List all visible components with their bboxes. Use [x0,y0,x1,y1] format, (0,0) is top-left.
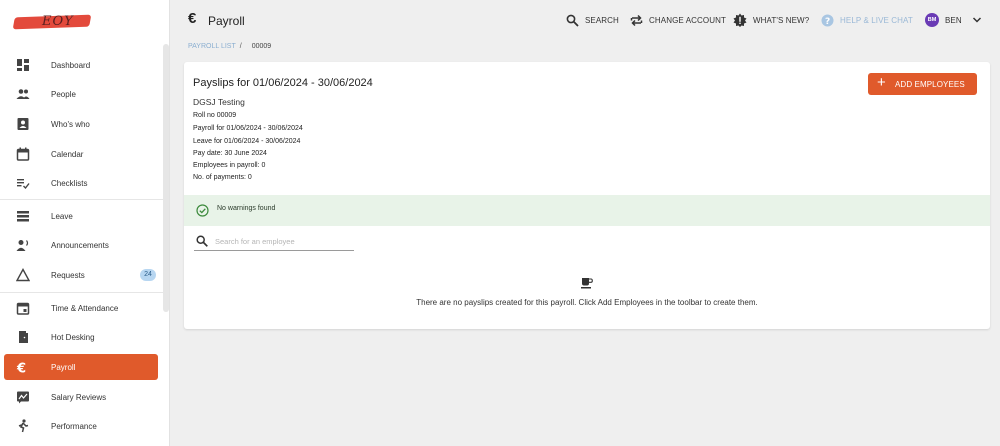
sidebar-item-label: Calendar [51,149,84,159]
sidebar-item-payroll[interactable]: € Payroll [4,354,158,380]
coffee-cup-icon [581,278,593,289]
help-live-chat-label: HELP & LIVE CHAT [840,15,913,25]
search-icon [196,235,208,247]
sidebar-item-label: Payroll [51,362,76,372]
leave-icon [17,211,29,222]
sidebar-item-leave[interactable]: Leave [4,203,158,229]
sidebar-item-label: People [51,89,76,99]
top-bar: € Payroll SEARCH CHANGE ACCOUNT WHAT'S N… [170,0,1000,40]
swap-icon [630,14,643,26]
chevron-down-icon [972,17,981,23]
sidebar-divider [0,199,163,200]
people-icon [16,89,30,99]
performance-icon [18,419,29,433]
plus-icon: + [877,74,886,91]
sidebar-item-label: Who's who [51,119,90,129]
euro-icon: € [16,362,26,375]
empty-state-message: There are no payslips created for this p… [416,298,758,307]
breadcrumb-current: 00009 [251,43,272,50]
whats-new-button[interactable]: WHAT'S NEW? [733,13,809,27]
sidebar-scrollbar[interactable] [163,44,169,312]
sidebar-item-whos-who[interactable]: Who's who [4,111,158,137]
whats-new-label: WHAT'S NEW? [753,15,810,25]
user-menu[interactable]: BM BEN [925,13,982,27]
sidebar-item-dashboard[interactable]: Dashboard [4,52,158,78]
warnings-status-bar: No warnings found [184,195,990,226]
dashboard-icon [17,59,29,71]
sidebar: EOY Dashboard People Who's who Calendar … [0,0,170,446]
svg-text:€: € [16,362,26,375]
add-employees-button[interactable]: + ADD EMPLOYEES [868,73,977,95]
breadcrumb-payroll-list[interactable]: PAYROLL LIST [188,43,236,50]
sidebar-item-checklists[interactable]: Checklists [4,170,158,196]
announcement-icon [16,240,29,251]
checklist-icon [17,179,30,190]
sidebar-item-label: Requests [51,270,85,280]
triangle-icon [16,268,30,282]
sidebar-item-hot-desking[interactable]: Hot Desking [4,324,158,350]
company-name: DGSJ Testing [193,97,245,107]
sidebar-divider [0,292,163,293]
card-title: Payslips for 01/06/2024 - 30/06/2024 [193,77,373,89]
sidebar-item-requests[interactable]: Requests 24 [4,262,158,288]
payments-count: No. of payments: 0 [193,174,252,181]
payslips-card: Payslips for 01/06/2024 - 30/06/2024 + A… [184,62,990,329]
sidebar-item-performance[interactable]: Performance [4,413,158,439]
employee-search-input[interactable] [215,235,350,248]
sidebar-item-time-attendance[interactable]: Time & Attendance [4,295,158,321]
sidebar-item-label: Announcements [51,240,109,250]
calendar-icon [16,147,30,161]
roll-number: Roll no 00009 [193,112,237,119]
sidebar-item-label: Salary Reviews [51,392,107,402]
sidebar-item-label: Dashboard [51,60,91,70]
breadcrumb: PAYROLL LIST/ 00009 [188,43,271,50]
leave-period: Leave for 01/06/2024 - 30/06/2024 [193,138,301,145]
sidebar-item-label: Hot Desking [51,332,95,342]
sidebar-item-label: Checklists [51,178,88,188]
sidebar-item-label: Leave [51,211,73,221]
salary-review-icon [17,391,29,404]
help-live-chat-button[interactable]: ? HELP & LIVE CHAT [821,13,913,27]
page-title: Payroll [208,14,245,28]
contact-card-icon [17,118,29,130]
sidebar-item-calendar[interactable]: Calendar [4,141,158,167]
door-icon [19,331,28,343]
payroll-period: Payroll for 01/06/2024 - 30/06/2024 [193,125,303,132]
employees-count: Employees in payroll: 0 [193,162,266,169]
change-account-label: CHANGE ACCOUNT [649,15,726,25]
requests-count-badge: 24 [140,269,156,281]
avatar: BM [925,13,939,27]
euro-icon: € [188,10,197,27]
sidebar-item-announcements[interactable]: Announcements [4,232,158,258]
logo-text: EOY [42,14,74,29]
help-icon: ? [821,14,834,27]
change-account-button[interactable]: CHANGE ACCOUNT [630,13,726,27]
announcement-burst-icon [733,13,747,27]
sidebar-item-label: Time & Attendance [51,303,119,313]
sidebar-item-salary-reviews[interactable]: Salary Reviews [4,384,158,410]
sidebar-item-label: Performance [51,421,97,431]
search-icon [566,14,579,27]
time-attendance-icon [16,302,30,315]
sidebar-item-people[interactable]: People [4,81,158,107]
svg-text:?: ? [825,17,830,27]
pay-date: Pay date: 30 June 2024 [193,150,267,157]
warnings-text: No warnings found [217,205,276,212]
search-label: SEARCH [585,15,619,25]
search-button[interactable]: SEARCH [566,13,619,27]
company-logo[interactable]: EOY [12,12,92,34]
add-employees-label: ADD EMPLOYEES [895,80,965,89]
user-name: BEN [945,15,962,25]
employee-search [194,233,354,251]
breadcrumb-separator: / [239,43,242,50]
check-circle-icon [196,204,209,217]
